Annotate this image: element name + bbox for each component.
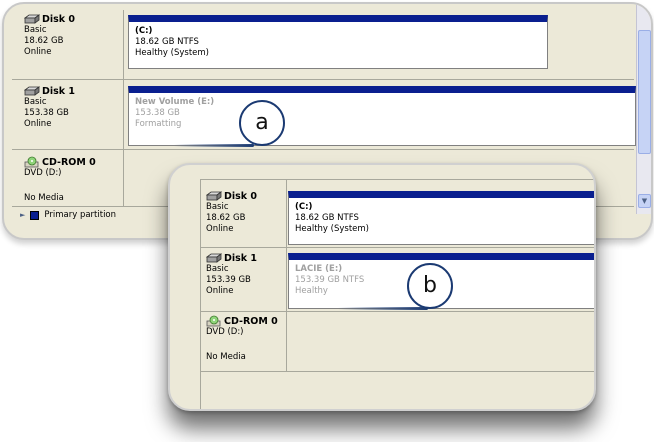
partition-state: Formatting <box>135 119 182 129</box>
hard-disk-icon <box>24 86 40 97</box>
partition-title: (C:) <box>295 202 313 212</box>
callout-b: b <box>407 263 453 309</box>
disk1-status: Online <box>24 119 52 129</box>
disk0-type: Basic <box>206 202 229 212</box>
disk0-status: Online <box>24 47 52 57</box>
hard-disk-icon <box>206 253 222 264</box>
scroll-left-icon[interactable]: ► <box>20 211 25 219</box>
partition-health: Healthy (System) <box>295 224 369 234</box>
cdrom-media: No Media <box>206 352 246 362</box>
disk0-type: Basic <box>24 25 47 35</box>
cdrom-drive: DVD (D:) <box>24 168 62 178</box>
partition-health: Healthy (System) <box>135 48 209 58</box>
disk0-size: 18.62 GB <box>206 213 246 223</box>
legend-swatch <box>30 210 40 220</box>
partition-fs: 18.62 GB NTFS <box>295 213 359 223</box>
hard-disk-icon <box>24 14 40 25</box>
row-divider <box>200 371 594 372</box>
cdrom-name: CD-ROM 0 <box>224 315 278 327</box>
disk0-name: Disk 0 <box>224 191 258 202</box>
disk1-partition-e[interactable]: New Volume (E:) 153.38 GB Formatting <box>128 86 636 146</box>
disk1-size: 153.39 GB <box>206 275 251 285</box>
partition-size: 153.38 GB <box>135 108 180 118</box>
cdrom-drive: DVD (D:) <box>206 327 244 337</box>
partition-fs: 18.62 GB NTFS <box>135 37 199 47</box>
partition-title: (C:) <box>135 26 153 36</box>
disk0-size: 18.62 GB <box>24 36 64 46</box>
cdrom-media: No Media <box>24 193 64 203</box>
row-divider <box>12 79 634 80</box>
column-divider <box>286 179 287 371</box>
disk1-name: Disk 1 <box>224 253 258 264</box>
callout-a: a <box>239 100 285 146</box>
row-divider <box>200 179 594 180</box>
hard-disk-icon <box>206 191 222 202</box>
scroll-down-icon[interactable]: ▼ <box>638 194 651 208</box>
disk1-label[interactable]: Disk 1 Basic 153.38 GB Online <box>24 86 120 148</box>
disk-management-panel-b: Disk 0 Basic 18.62 GB Online (C:) 18.62 … <box>168 163 596 411</box>
disk1-label[interactable]: Disk 1 Basic 153.39 GB Online <box>206 253 286 311</box>
disk0-status: Online <box>206 224 234 234</box>
callout-tail <box>338 307 428 310</box>
disk0-partition-c[interactable]: (C:) 18.62 GB NTFS Healthy (System) <box>128 15 548 69</box>
disk0-name: Disk 0 <box>42 14 76 25</box>
disk1-size: 153.38 GB <box>24 108 69 118</box>
disk0-partition-c[interactable]: (C:) 18.62 GB NTFS Healthy (System) <box>288 191 594 245</box>
callout-tail <box>174 144 254 147</box>
disk1-type: Basic <box>206 264 229 274</box>
cdrom-name: CD-ROM 0 <box>42 156 96 168</box>
row-divider <box>200 247 594 248</box>
scrollbar-thumb[interactable] <box>638 30 651 154</box>
left-frame-edge <box>200 179 201 409</box>
column-divider <box>123 10 124 206</box>
cdrom-label[interactable]: CD-ROM 0 DVD (D:) No Media <box>206 315 286 365</box>
legend-label: Primary partition <box>44 210 117 220</box>
vertical-scrollbar[interactable]: ▼ <box>636 4 651 214</box>
partition-title: New Volume (E:) <box>135 97 215 107</box>
disk0-label[interactable]: Disk 0 Basic 18.62 GB Online <box>206 191 286 249</box>
cdrom-icon <box>206 315 222 327</box>
cdrom-label[interactable]: CD-ROM 0 DVD (D:) No Media <box>24 156 120 208</box>
row-divider <box>12 149 634 150</box>
disk1-status: Online <box>206 286 234 296</box>
disk1-name: Disk 1 <box>42 86 76 97</box>
legend: ► Primary partition <box>20 210 116 220</box>
disk1-type: Basic <box>24 97 47 107</box>
cdrom-icon <box>24 156 40 168</box>
disk0-label[interactable]: Disk 0 Basic 18.62 GB Online <box>24 14 120 76</box>
row-divider <box>200 311 594 312</box>
